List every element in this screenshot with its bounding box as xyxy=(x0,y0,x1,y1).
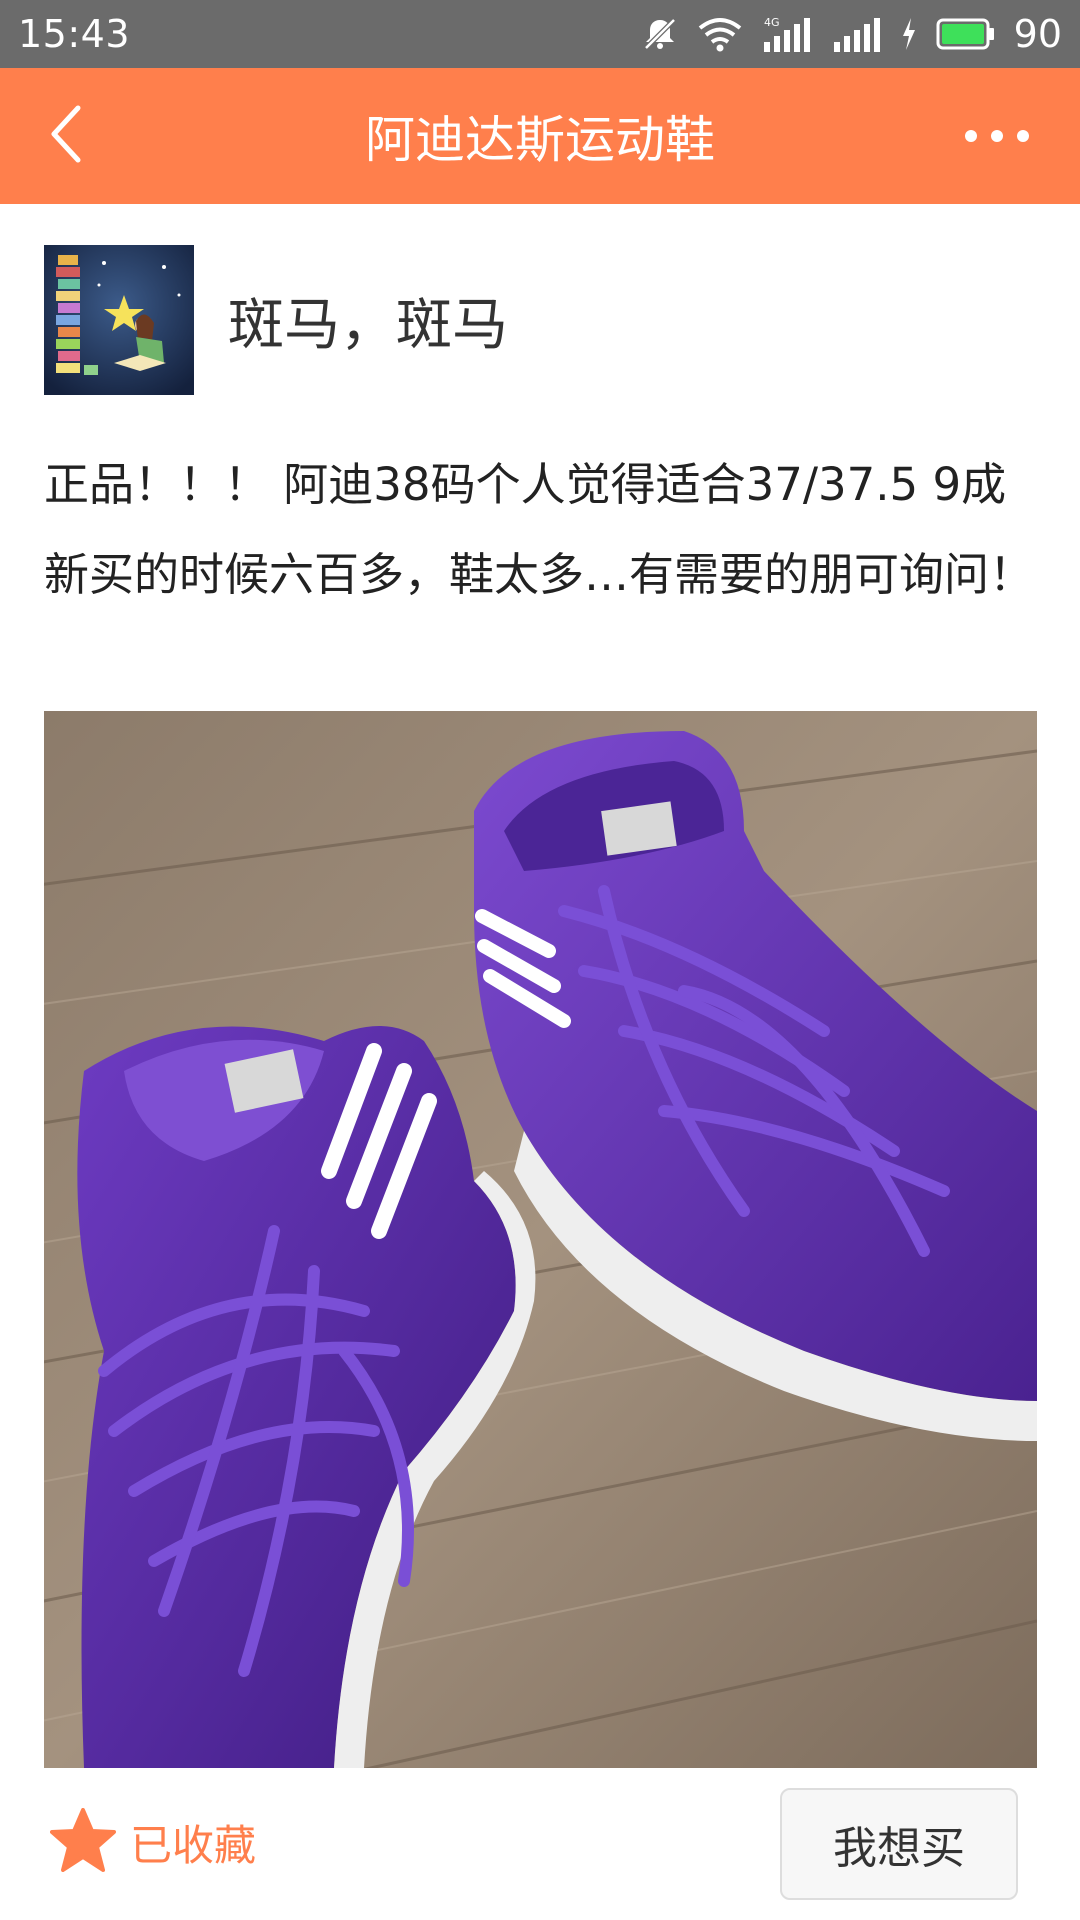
status-time: 15:43 xyxy=(18,12,131,56)
signal-icon xyxy=(830,14,882,54)
avatar[interactable] xyxy=(44,245,194,395)
seller-name: 斑马，斑马 xyxy=(228,292,508,358)
svg-text:4G: 4G xyxy=(764,16,780,29)
status-icons: 4G 90 xyxy=(640,12,1062,56)
battery-level: 90 xyxy=(1013,12,1062,56)
more-dots-icon xyxy=(965,130,1029,142)
star-icon xyxy=(50,1808,116,1876)
back-button[interactable] xyxy=(36,100,96,172)
chevron-left-icon xyxy=(46,102,86,170)
page-title: 阿迪达斯运动鞋 xyxy=(365,111,715,169)
status-bar: 15:43 4G 90 xyxy=(0,0,1080,68)
battery-icon xyxy=(936,17,996,51)
product-photo[interactable] xyxy=(44,711,1037,1768)
signal-4g-icon: 4G xyxy=(760,14,812,54)
want-to-buy-button[interactable]: 我想买 xyxy=(780,1788,1018,1900)
seller-info[interactable]: 斑马，斑马 xyxy=(44,245,508,395)
more-button[interactable] xyxy=(942,108,1052,164)
mute-icon xyxy=(640,14,680,54)
app-header: 阿迪达斯运动鞋 xyxy=(0,68,1080,204)
wifi-icon xyxy=(698,16,742,52)
bottom-bar: 已收藏 我想买 xyxy=(0,1768,1080,1920)
favorite-button[interactable]: 已收藏 xyxy=(50,1808,256,1876)
charging-icon xyxy=(900,16,918,52)
post-description: 正品！！！ 阿迪38码个人觉得适合37/37.5 9成新买的时候六百多，鞋太多…… xyxy=(44,458,1035,601)
favorite-label: 已收藏 xyxy=(130,1820,257,1870)
